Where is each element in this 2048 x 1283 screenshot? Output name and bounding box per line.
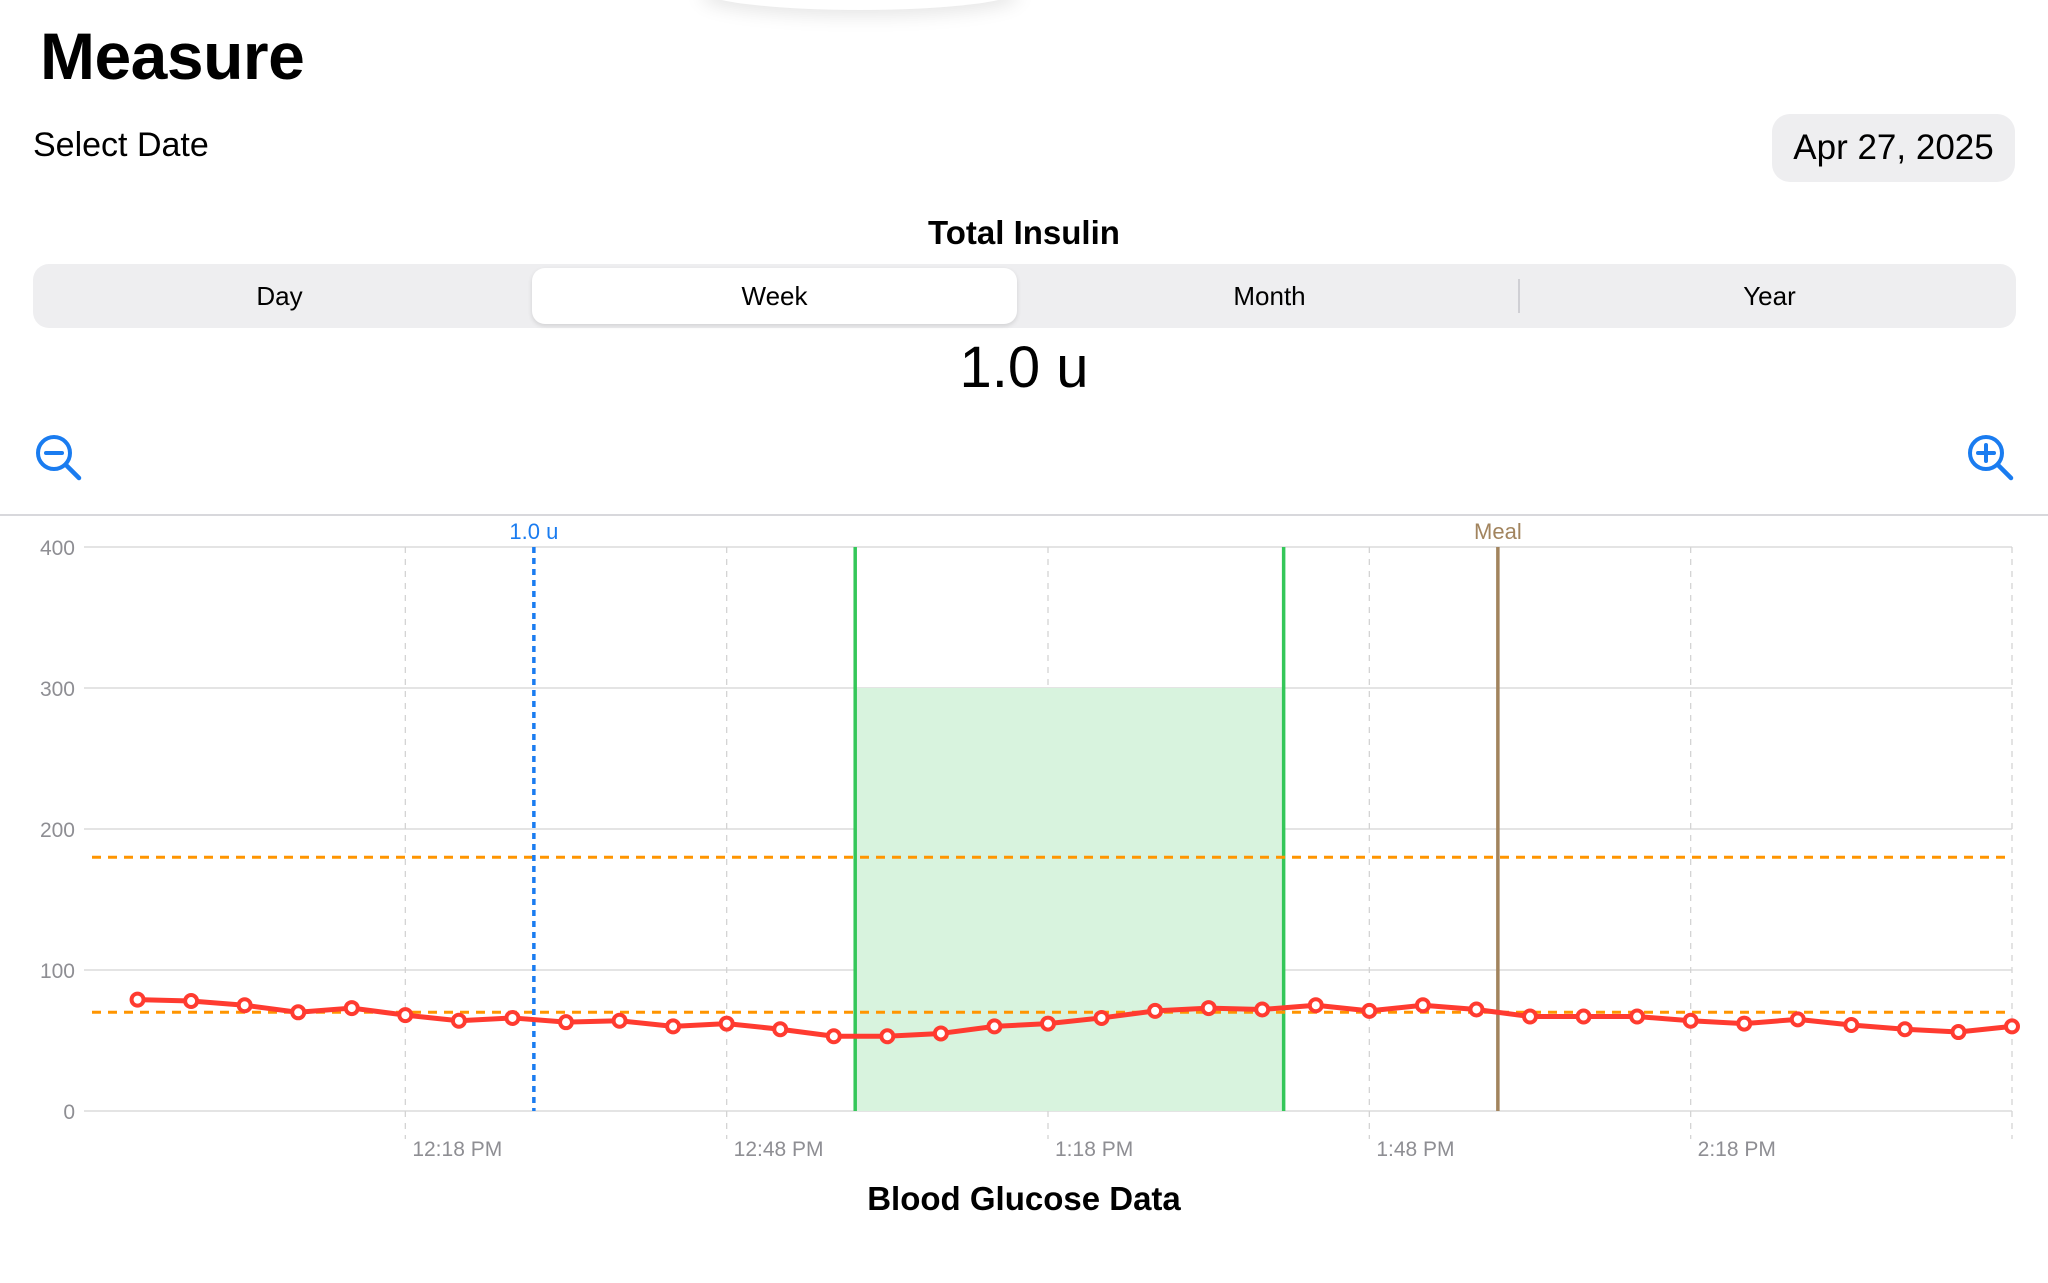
y-tick-label: 0 xyxy=(63,1101,75,1124)
glucose-point xyxy=(236,997,253,1014)
segment-month-label: Month xyxy=(1233,280,1306,311)
glucose-point xyxy=(986,1018,1003,1035)
y-tick-label: 200 xyxy=(40,819,75,842)
page-title: Measure xyxy=(40,19,305,93)
x-tick-label: 1:18 PM xyxy=(1055,1138,1133,1156)
period-segmented-control: Day Week Month Year xyxy=(33,264,2016,328)
segment-divider xyxy=(1518,279,1520,313)
glucose-point xyxy=(1040,1015,1056,1032)
glucose-point xyxy=(665,1018,682,1035)
select-date-label: Select Date xyxy=(33,126,209,164)
segment-month[interactable]: Month xyxy=(1027,268,1512,324)
glucose-point xyxy=(504,1009,521,1026)
zoom-out-button[interactable] xyxy=(33,432,83,482)
glucose-point xyxy=(290,1004,307,1021)
top-shadow xyxy=(700,0,1020,10)
x-tick-label: 12:18 PM xyxy=(412,1138,502,1156)
segment-week-label: Week xyxy=(741,280,808,311)
y-tick-label: 100 xyxy=(40,960,75,983)
segment-year-label: Year xyxy=(1743,280,1796,311)
glucose-point xyxy=(1789,1011,1806,1028)
chart-title: Blood Glucose Data xyxy=(867,1180,1181,1217)
glucose-point xyxy=(1254,1001,1271,1018)
glucose-point xyxy=(1629,1008,1646,1025)
segment-week[interactable]: Week xyxy=(532,268,1017,324)
glucose-point xyxy=(879,1028,896,1045)
glucose-point xyxy=(183,993,200,1010)
glucose-point xyxy=(129,991,146,1008)
segment-year[interactable]: Year xyxy=(1527,268,2012,324)
x-tick-label: 1:48 PM xyxy=(1376,1138,1454,1156)
total-insulin-value: 1.0 u xyxy=(959,335,1089,400)
segment-day[interactable]: Day xyxy=(37,268,522,324)
total-insulin-title: Total Insulin xyxy=(928,214,1120,251)
zoom-in-button[interactable] xyxy=(1965,432,2015,482)
glucose-point xyxy=(932,1025,949,1042)
glucose-point xyxy=(1843,1016,1860,1033)
glucose-point xyxy=(1468,1001,1485,1018)
glucose-point xyxy=(1950,1024,1967,1041)
glucose-point xyxy=(450,1012,467,1029)
glucose-point xyxy=(1307,997,1324,1014)
glucose-point xyxy=(611,1012,628,1029)
glucose-point xyxy=(1361,1002,1378,1019)
glucose-point xyxy=(1682,1012,1699,1029)
exercise-range-fill xyxy=(855,688,1284,1111)
zoom-out-icon xyxy=(36,435,82,481)
y-tick-label: 400 xyxy=(40,537,75,560)
glucose-point xyxy=(1414,997,1431,1014)
glucose-point xyxy=(1736,1015,1753,1032)
insulin-dose-label: 1.0 u xyxy=(509,519,558,544)
glucose-point xyxy=(2004,1018,2020,1035)
glucose-point xyxy=(772,1021,789,1038)
glucose-point xyxy=(1200,1000,1217,1017)
zoom-in-icon xyxy=(1968,435,2014,481)
glucose-point xyxy=(1147,1002,1164,1019)
x-tick-label: 12:48 PM xyxy=(734,1138,824,1156)
date-picker-value: Apr 27, 2025 xyxy=(1793,128,1994,167)
glucose-point xyxy=(1522,1008,1538,1025)
glucose-point xyxy=(558,1014,574,1031)
glucose-point xyxy=(343,1000,360,1017)
glucose-point xyxy=(1575,1008,1592,1025)
y-tick-label: 300 xyxy=(40,678,75,701)
glucose-point xyxy=(1093,1009,1110,1026)
date-picker-button[interactable]: Apr 27, 2025 xyxy=(1772,114,2015,182)
glucose-point xyxy=(1896,1021,1913,1038)
glucose-point xyxy=(825,1028,842,1045)
glucose-point xyxy=(718,1015,735,1032)
glucose-point xyxy=(397,1007,414,1024)
glucose-chart[interactable]: 0 100 200 300 400 12:18 PM 12:48 PM 1:18 PM 1:48… xyxy=(0,516,2048,1156)
segment-day-label: Day xyxy=(256,280,303,311)
meal-label: Meal xyxy=(1474,519,1522,544)
x-tick-label: 2:18 PM xyxy=(1698,1138,1776,1156)
